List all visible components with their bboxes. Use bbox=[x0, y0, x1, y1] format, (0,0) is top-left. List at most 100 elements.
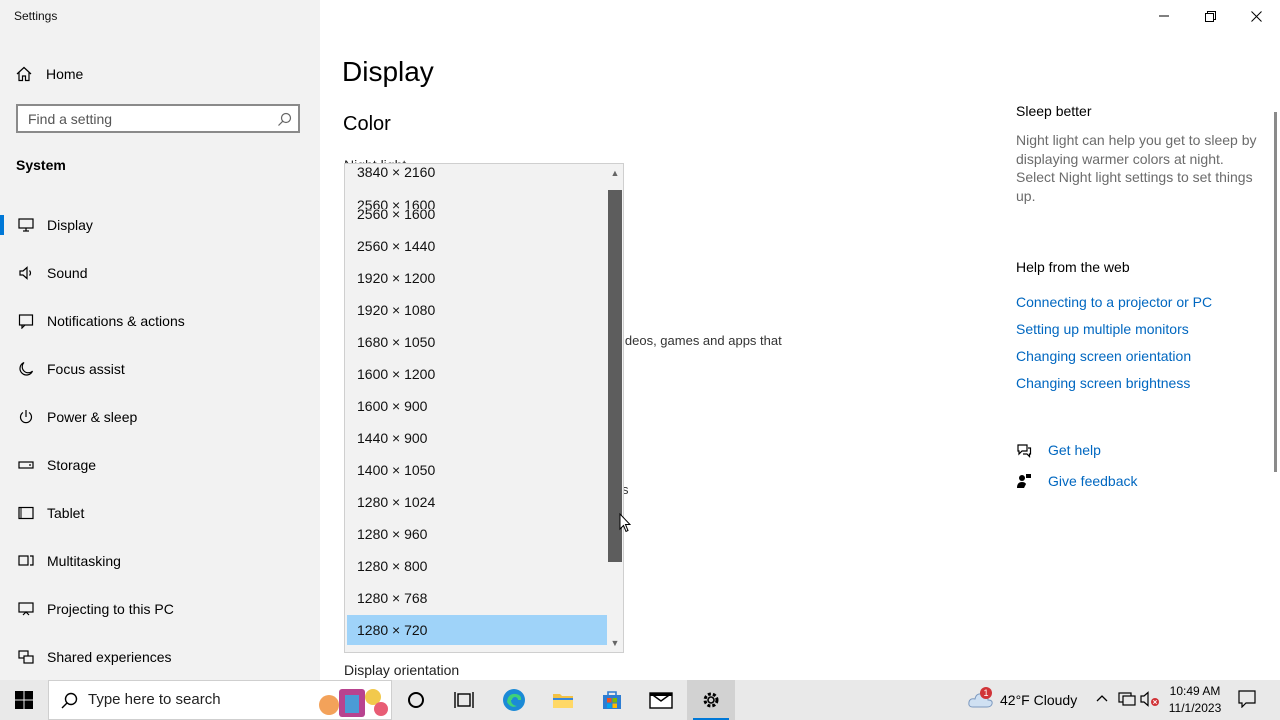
cortana-button[interactable] bbox=[392, 680, 440, 720]
resolution-option-1600x1200[interactable]: 1600 × 1200 bbox=[347, 359, 607, 389]
resolution-option-1280x768[interactable]: 1280 × 768 bbox=[347, 583, 607, 613]
sidebar-item-display[interactable]: Display bbox=[0, 205, 320, 245]
edge-browser-button[interactable] bbox=[490, 680, 538, 720]
sidebar-item-power-sleep[interactable]: Power & sleep bbox=[0, 397, 320, 437]
hdr-description: ideos, games and apps that bbox=[622, 333, 782, 348]
resolution-option-1920x1080[interactable]: 1920 × 1080 bbox=[347, 295, 607, 325]
clock-date: 11/1/2023 bbox=[1168, 701, 1222, 715]
give-feedback-link[interactable]: Give feedback bbox=[1016, 470, 1138, 492]
sidebar-item-multitasking[interactable]: Multitasking bbox=[0, 541, 320, 581]
sidebar-item-tablet[interactable]: Tablet bbox=[0, 493, 320, 533]
weather-text[interactable]: 42°F Cloudy bbox=[1000, 692, 1077, 708]
minimize-icon bbox=[1159, 15, 1169, 17]
resolution-option-1280x720-selected[interactable]: 1280 × 720 bbox=[347, 615, 607, 645]
sleep-better-text: Night light can help you get to sleep by… bbox=[1016, 132, 1257, 204]
power-icon bbox=[16, 407, 36, 427]
gear-icon bbox=[703, 692, 719, 708]
network-icon[interactable] bbox=[1118, 691, 1136, 707]
page-scrollbar[interactable] bbox=[1274, 112, 1277, 472]
start-button[interactable] bbox=[0, 680, 48, 720]
clock-time: 10:49 AM bbox=[1169, 684, 1221, 698]
resolution-option-3840x2160[interactable]: 3840 × 2160 bbox=[347, 164, 607, 187]
settings-app-button[interactable] bbox=[687, 680, 735, 720]
taskbar-search-box[interactable] bbox=[48, 680, 392, 720]
dropdown-scrollbar[interactable]: ▲ ▼ bbox=[607, 164, 623, 652]
sidebar-item-projecting[interactable]: Projecting to this PC bbox=[0, 589, 320, 629]
sidebar-item-storage[interactable]: Storage bbox=[0, 445, 320, 485]
sidebar-item-label: Sound bbox=[47, 265, 88, 281]
sidebar-item-label: Display bbox=[47, 217, 93, 233]
moon-icon bbox=[16, 359, 36, 379]
resolution-option-1440x900[interactable]: 1440 × 900 bbox=[347, 423, 607, 453]
resolution-option-2560x1600[interactable]: 2560 × 1600 bbox=[347, 199, 607, 229]
get-help-icon bbox=[1017, 444, 1032, 458]
windows-logo-icon bbox=[15, 691, 33, 709]
resolution-option-1680x1050[interactable]: 1680 × 1050 bbox=[347, 327, 607, 357]
weather-badge: 1 bbox=[980, 687, 992, 699]
taskbar: 1 42°F Cloudy bbox=[0, 680, 1280, 720]
window-title: Settings bbox=[14, 9, 58, 23]
sidebar-item-focus-assist[interactable]: Focus assist bbox=[0, 349, 320, 389]
drive-icon bbox=[16, 455, 36, 475]
search-icon[interactable] bbox=[277, 112, 292, 127]
search-highlight-illustration-icon[interactable] bbox=[315, 683, 391, 719]
sidebar-item-sound[interactable]: Sound bbox=[0, 253, 320, 293]
link-connecting-projector[interactable]: Connecting to a projector or PC bbox=[1016, 294, 1212, 310]
link-screen-brightness[interactable]: Changing screen brightness bbox=[1016, 375, 1190, 391]
monitor-icon bbox=[16, 215, 36, 235]
mail-icon bbox=[649, 692, 673, 709]
link-screen-orientation[interactable]: Changing screen orientation bbox=[1016, 348, 1191, 364]
close-icon bbox=[1250, 10, 1262, 22]
home-button[interactable]: Home bbox=[16, 63, 83, 85]
minimize-button[interactable] bbox=[1141, 0, 1187, 32]
notifications-center-icon[interactable] bbox=[1238, 690, 1256, 708]
resolution-option-1280x800[interactable]: 1280 × 800 bbox=[347, 551, 607, 581]
volume-muted-icon[interactable] bbox=[1140, 691, 1160, 707]
get-help-link[interactable]: Get help bbox=[1016, 439, 1101, 461]
restore-icon bbox=[1204, 10, 1216, 22]
section-title-system: System bbox=[16, 157, 66, 173]
sleep-better-heading: Sleep better bbox=[1016, 103, 1092, 119]
display-orientation-label: Display orientation bbox=[344, 662, 460, 678]
help-from-web-heading: Help from the web bbox=[1016, 259, 1130, 275]
scroll-up-arrow-icon[interactable]: ▲ bbox=[610, 168, 620, 178]
resolution-option-1920x1200[interactable]: 1920 × 1200 bbox=[347, 263, 607, 293]
sidebar-item-shared-experiences[interactable]: Shared experiences bbox=[0, 637, 320, 677]
resolution-option-1280x960[interactable]: 1280 × 960 bbox=[347, 519, 607, 549]
task-view-button[interactable] bbox=[440, 680, 488, 720]
chevron-up-icon[interactable] bbox=[1096, 693, 1108, 705]
resolution-option-2560x1440[interactable]: 2560 × 1440 bbox=[347, 231, 607, 261]
mail-button[interactable] bbox=[637, 680, 685, 720]
resolution-option-1600x900[interactable]: 1600 × 900 bbox=[347, 391, 607, 421]
close-button[interactable] bbox=[1233, 0, 1279, 32]
taskbar-search-input[interactable] bbox=[88, 691, 308, 708]
resolution-dropdown-list[interactable]: 3840 × 2160 2560 × 1600 2560 × 1600 2560… bbox=[344, 163, 624, 653]
store-icon bbox=[603, 691, 621, 709]
speaker-icon bbox=[16, 263, 36, 283]
sidebar: Settings Home System Display Sound Notif… bbox=[0, 0, 320, 680]
taskbar-clock[interactable]: 10:49 AM 11/1/2023 bbox=[1166, 683, 1224, 717]
folder-icon bbox=[553, 694, 573, 708]
sidebar-item-label: Shared experiences bbox=[47, 649, 172, 665]
link-multiple-monitors[interactable]: Setting up multiple monitors bbox=[1016, 321, 1189, 337]
projector-icon bbox=[16, 599, 36, 619]
home-label: Home bbox=[46, 66, 84, 82]
find-setting-input[interactable] bbox=[28, 111, 268, 127]
home-icon bbox=[16, 66, 32, 82]
sidebar-item-label: Multitasking bbox=[47, 553, 121, 569]
shared-experiences-icon bbox=[16, 647, 36, 667]
settings-search-box[interactable] bbox=[16, 104, 300, 133]
restore-button[interactable] bbox=[1187, 0, 1233, 32]
search-icon bbox=[61, 692, 78, 709]
color-heading: Color bbox=[343, 113, 391, 135]
selection-marker bbox=[0, 215, 4, 235]
microsoft-store-button[interactable] bbox=[588, 680, 636, 720]
resolution-option-1400x1050[interactable]: 1400 × 1050 bbox=[347, 455, 607, 485]
scroll-down-arrow-icon[interactable]: ▼ bbox=[610, 638, 620, 648]
sidebar-item-label: Tablet bbox=[47, 505, 85, 521]
resolution-option-1280x1024[interactable]: 1280 × 1024 bbox=[347, 487, 607, 517]
dropdown-scroll-thumb[interactable] bbox=[608, 190, 622, 562]
task-view-icon bbox=[454, 692, 474, 708]
file-explorer-button[interactable] bbox=[539, 680, 587, 720]
sidebar-item-notifications[interactable]: Notifications & actions bbox=[0, 301, 320, 341]
